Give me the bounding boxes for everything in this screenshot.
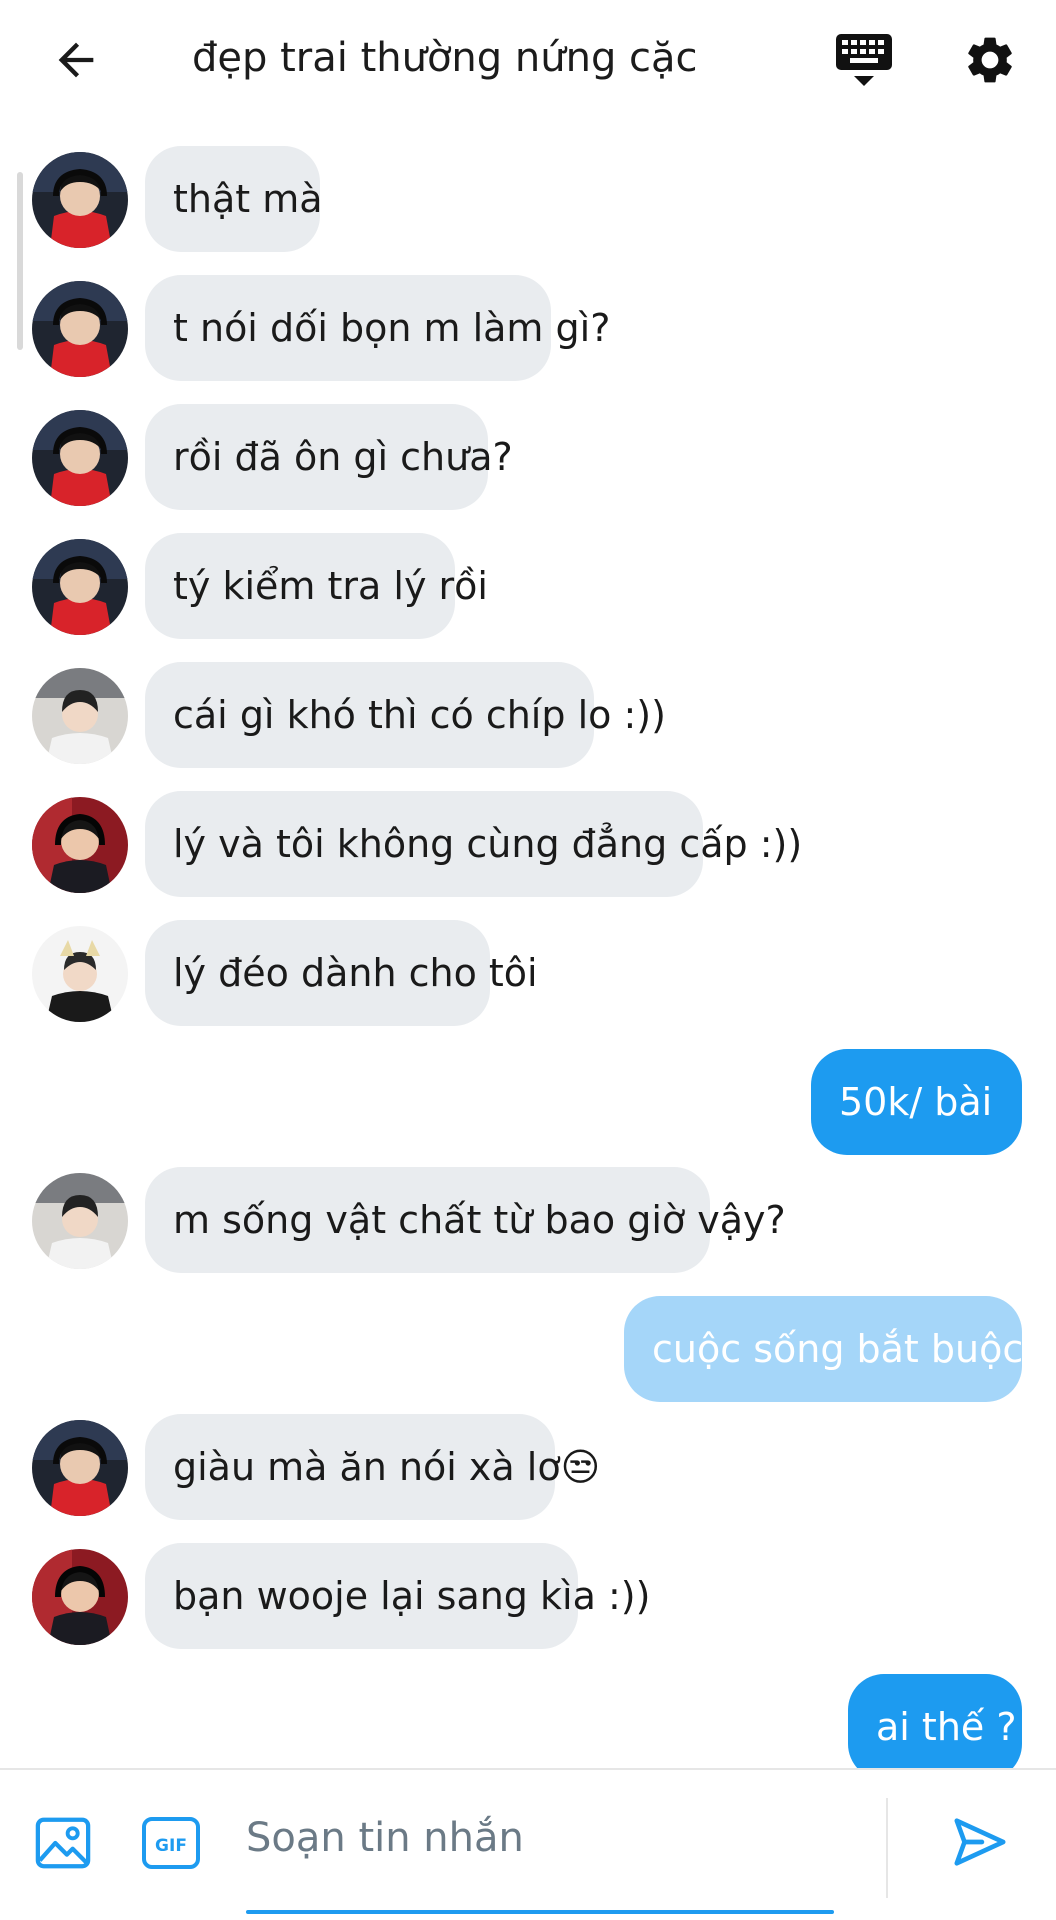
avatar[interactable] [32, 1420, 128, 1516]
message-input[interactable] [246, 1794, 834, 1882]
composer-divider [886, 1798, 888, 1898]
conversation-title: đẹp trai thường nứng cặc [192, 35, 698, 81]
message-list: thật mà t nói dối bọn m làm gì? rồi đã ô… [0, 118, 1056, 1768]
message-row: ai thế ? [0, 1672, 1056, 1768]
settings-button[interactable] [954, 24, 1026, 96]
message-bubble[interactable]: rồi đã ôn gì chưa? [145, 404, 513, 510]
send-icon [954, 1818, 1006, 1866]
avatar[interactable] [32, 410, 128, 506]
message-row: m sống vật chất từ bao giờ vậy? [0, 1165, 1056, 1273]
input-focus-underline [246, 1910, 834, 1914]
add-image-button[interactable] [32, 1812, 94, 1874]
message-bubble[interactable]: bạn wooje lại sang kìa :)) [145, 1543, 650, 1649]
message-bubble[interactable]: t nói dối bọn m làm gì? [145, 275, 610, 381]
message-row: rồi đã ôn gì chưa? [0, 402, 1056, 510]
arrow-left-icon [58, 42, 94, 78]
avatar[interactable] [32, 668, 128, 764]
message-row: giàu mà ăn nói xà lơ😒 [0, 1412, 1056, 1520]
message-bubble-outgoing[interactable]: ai thế ? [848, 1674, 1022, 1768]
message-bubble[interactable]: lý đéo dành cho tôi [145, 920, 538, 1026]
send-button[interactable] [944, 1806, 1016, 1878]
add-gif-button[interactable]: GIF [140, 1812, 202, 1874]
message-bubble[interactable]: thật mà [145, 146, 323, 252]
message-row: cái gì khó thì có chíp lo :)) [0, 660, 1056, 768]
message-row: lý đéo dành cho tôi [0, 918, 1056, 1026]
image-icon [35, 1817, 91, 1869]
avatar[interactable] [32, 797, 128, 893]
keyboard-shortcuts-button[interactable] [826, 24, 902, 96]
svg-text:GIF: GIF [155, 1836, 187, 1856]
avatar[interactable] [32, 152, 128, 248]
avatar[interactable] [32, 281, 128, 377]
gif-icon: GIF [142, 1817, 200, 1869]
message-bubble[interactable]: m sống vật chất từ bao giờ vậy? [145, 1167, 786, 1273]
keyboard-icon [836, 34, 892, 86]
gear-icon [968, 37, 1012, 83]
avatar[interactable] [32, 1173, 128, 1269]
header-bar: đẹp trai thường nứng cặc [0, 0, 1056, 118]
message-row: lý và tôi không cùng đẳng cấp :)) [0, 789, 1056, 897]
message-composer: GIF [0, 1768, 1056, 1920]
message-row: 50k/ bài [0, 1047, 1056, 1155]
message-bubble-outgoing[interactable]: 50k/ bài [811, 1049, 1022, 1155]
message-row: t nói dối bọn m làm gì? [0, 273, 1056, 381]
avatar[interactable] [32, 539, 128, 635]
avatar[interactable] [32, 1549, 128, 1645]
message-row: tý kiểm tra lý rồi [0, 531, 1056, 639]
message-row: bạn wooje lại sang kìa :)) [0, 1541, 1056, 1649]
message-bubble[interactable]: lý và tôi không cùng đẳng cấp :)) [145, 791, 802, 897]
avatar[interactable] [32, 926, 128, 1022]
message-row: cuộc sống bắt buộc :)) [0, 1294, 1056, 1402]
message-bubble[interactable]: giàu mà ăn nói xà lơ😒 [145, 1414, 600, 1520]
back-button[interactable] [40, 24, 112, 96]
message-bubble[interactable]: tý kiểm tra lý rồi [145, 533, 488, 639]
message-row: thật mà [0, 144, 1056, 252]
message-bubble[interactable]: cái gì khó thì có chíp lo :)) [145, 662, 666, 768]
message-bubble-outgoing-pending[interactable]: cuộc sống bắt buộc :)) [624, 1296, 1056, 1402]
